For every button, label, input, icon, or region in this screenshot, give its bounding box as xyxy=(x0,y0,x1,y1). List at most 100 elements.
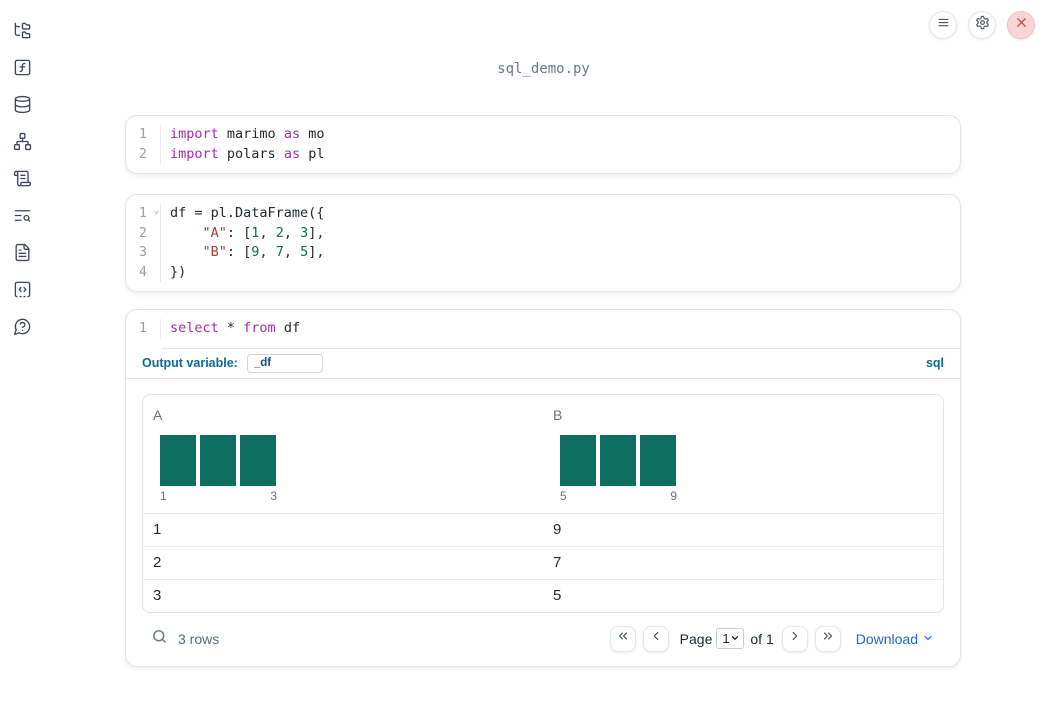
chevron-right-icon xyxy=(788,629,802,648)
histogram-min-label: 1 xyxy=(160,488,167,503)
code-text: select * from df xyxy=(170,320,301,336)
histogram-bar[interactable] xyxy=(560,434,596,486)
table-body: 192735 xyxy=(143,512,943,612)
window-controls xyxy=(929,11,1035,39)
table-row[interactable]: 27 xyxy=(143,545,943,579)
sidebar-item-variables[interactable] xyxy=(10,58,34,82)
sidebar-item-outline[interactable] xyxy=(10,206,34,230)
sidebar-item-data-sources[interactable] xyxy=(10,95,34,119)
database-icon xyxy=(13,95,32,119)
sidebar-item-documentation[interactable] xyxy=(10,243,34,267)
search-icon xyxy=(151,628,168,650)
code-square-icon xyxy=(13,280,32,304)
language-badge: sql xyxy=(925,356,944,370)
sidebar xyxy=(0,0,44,713)
last-page-button[interactable] xyxy=(814,625,841,652)
histogram-bar[interactable] xyxy=(600,434,636,486)
page-select-value: 1 xyxy=(722,631,730,646)
code-line[interactable]: 1 import marimo as mo xyxy=(126,125,960,145)
table-cell: 9 xyxy=(553,520,562,538)
histogram-bar[interactable] xyxy=(160,434,196,486)
table-cell: 7 xyxy=(553,553,562,571)
code-line[interactable]: 2 import polars as pl xyxy=(126,144,960,164)
scroll-text-icon xyxy=(13,169,32,193)
column-histogram[interactable]: 13 xyxy=(160,434,543,513)
code-text: df = pl.DataFrame({ xyxy=(170,205,325,221)
table-cell: 5 xyxy=(553,586,562,604)
cell-dataframe[interactable]: 1 ⌄ df = pl.DataFrame({2 "A": [1, 2, 3], 3 … xyxy=(125,194,961,292)
code-text: }) xyxy=(170,263,187,280)
code-text: "A": [1, 2, 3], xyxy=(202,224,325,241)
code-line[interactable]: 1 ⌄ df = pl.DataFrame({ xyxy=(126,204,960,224)
histogram-max-label: 9 xyxy=(670,488,677,503)
table-cell: 3 xyxy=(153,586,162,604)
page-of-label: of 1 xyxy=(750,630,774,647)
sidebar-item-snippets[interactable] xyxy=(10,280,34,304)
code-text: "B": [9, 7, 5], xyxy=(202,244,325,260)
column-header[interactable]: B59 xyxy=(543,405,943,513)
sidebar-item-help[interactable] xyxy=(10,317,34,341)
column-histogram[interactable]: 59 xyxy=(560,434,943,513)
cell-sql[interactable]: 1 select * from df Output variable: sql A… xyxy=(125,309,961,667)
line-number: 1 xyxy=(126,319,161,339)
file-tree-icon xyxy=(13,21,32,45)
histogram-bar[interactable] xyxy=(640,434,676,486)
data-table: A13B59 192735 xyxy=(142,393,944,613)
sidebar-item-file-explorer[interactable] xyxy=(10,21,34,45)
chevrons-left-icon xyxy=(616,629,630,648)
first-page-button[interactable] xyxy=(609,625,636,652)
code-line[interactable]: 3 "B": [9, 7, 5], xyxy=(126,243,960,263)
sql-output-area: A13B59 192735 3 rows Page 1 of 1 Downloa… xyxy=(126,379,960,666)
download-button[interactable]: Download xyxy=(856,631,934,647)
line-number: 2 xyxy=(126,144,161,164)
code-editor[interactable]: 1 ⌄ df = pl.DataFrame({2 "A": [1, 2, 3], 3 … xyxy=(126,195,960,291)
line-number: 4 xyxy=(126,262,161,282)
table-row[interactable]: 35 xyxy=(143,578,943,612)
next-page-button[interactable] xyxy=(781,625,808,652)
code-line[interactable]: 2 "A": [1, 2, 3], xyxy=(126,223,960,243)
output-variable-input[interactable] xyxy=(246,353,323,373)
menu-button[interactable] xyxy=(929,11,957,39)
close-icon xyxy=(1014,15,1029,35)
function-square-icon xyxy=(13,58,32,82)
network-icon xyxy=(13,132,32,156)
line-number: 2 xyxy=(126,223,161,243)
code-editor[interactable]: 1 import marimo as mo 2 import polars as pl xyxy=(126,116,960,173)
histogram-max-label: 3 xyxy=(270,488,277,503)
cell-imports[interactable]: 1 import marimo as mo 2 import polars as pl xyxy=(125,115,961,174)
code-line[interactable]: 1 select * from df xyxy=(126,319,960,339)
prev-page-button[interactable] xyxy=(642,625,669,652)
list-search-icon xyxy=(13,206,32,230)
histogram-min-label: 5 xyxy=(560,488,567,503)
search-button[interactable] xyxy=(151,628,168,650)
sidebar-item-dependencies[interactable] xyxy=(10,132,34,156)
code-text: import marimo as mo xyxy=(170,126,325,142)
chevrons-right-icon xyxy=(821,629,835,648)
notebook-content: 1 import marimo as mo 2 import polars as pl… xyxy=(125,115,961,667)
line-number: 3 xyxy=(126,243,161,263)
chevron-down-icon xyxy=(730,630,740,648)
fold-chevron-icon[interactable]: ⌄ xyxy=(154,202,159,222)
table-row[interactable]: 19 xyxy=(143,512,943,546)
table-header-row: A13B59 xyxy=(143,395,943,513)
file-text-icon xyxy=(13,243,32,267)
output-variable-label: Output variable: xyxy=(142,356,238,370)
chevron-left-icon xyxy=(649,629,663,648)
column-name: A xyxy=(153,406,163,423)
column-header[interactable]: A13 xyxy=(143,405,543,513)
notebook-title: sql_demo.py xyxy=(497,61,590,77)
histogram-bar[interactable] xyxy=(240,434,276,486)
menu-icon xyxy=(936,15,951,35)
code-editor[interactable]: 1 select * from df xyxy=(126,310,960,348)
shutdown-button[interactable] xyxy=(1007,11,1035,39)
histogram-bar[interactable] xyxy=(200,434,236,486)
code-line[interactable]: 4}) xyxy=(126,262,960,282)
download-label: Download xyxy=(855,630,918,647)
settings-button[interactable] xyxy=(968,11,996,39)
page-label: Page xyxy=(679,630,713,647)
page-select[interactable]: 1 xyxy=(716,628,745,649)
column-name: B xyxy=(553,406,563,423)
line-number: 1 ⌄ xyxy=(126,204,161,224)
sidebar-item-logs[interactable] xyxy=(10,169,34,193)
table-footer: 3 rows Page 1 of 1 Download xyxy=(142,625,944,652)
